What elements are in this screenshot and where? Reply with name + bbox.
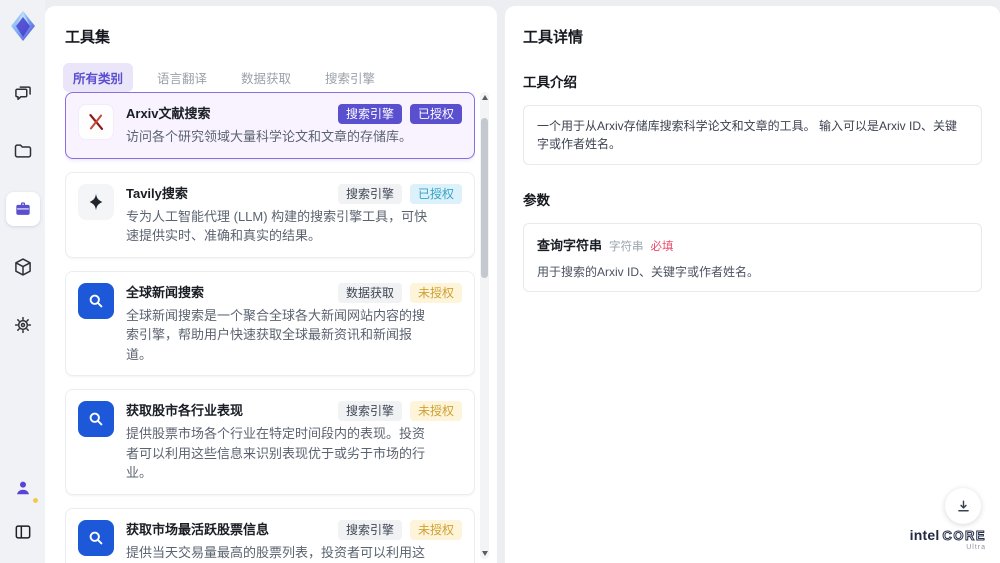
user-status-dot — [32, 498, 38, 503]
blue-magnifier-icon — [78, 401, 114, 437]
sparkle-star-icon — [78, 183, 114, 220]
blue-magnifier-icon — [78, 282, 114, 319]
arxiv-logo-icon — [78, 104, 114, 140]
package-icon[interactable] — [6, 250, 40, 284]
tool-card-global-news[interactable]: 全球新闻搜索 全球新闻搜索是一个聚合全球各大新闻网站内容的搜索引擎，帮助用户快速… — [65, 270, 475, 376]
tool-list: Arxiv文献搜索 访问各个研究领域大量科学论文和文章的存储库。 搜索引擎 已授… — [65, 92, 475, 563]
tab-all-categories[interactable]: 所有类别 — [63, 63, 134, 92]
tool-description: 提供股票市场各个行业在特定时间段内的表现。投资者可以利用这些信息来识别表现优于或… — [126, 426, 426, 480]
settings-gear-icon[interactable] — [6, 308, 40, 342]
intel-wordmark: intel — [909, 527, 940, 543]
tool-description: 提供当天交易量最高的股票列表，投资者可以利用这些信息来识别流动性强的股票和潜在的… — [126, 544, 426, 560]
category-badge: 数据获取 — [337, 282, 402, 303]
page-title: 工具集 — [65, 29, 111, 46]
category-badge: 搜索引擎 — [337, 401, 402, 421]
sidebar-toggle-icon[interactable] — [6, 515, 40, 549]
folder-icon[interactable] — [6, 134, 40, 168]
tool-detail-panel: 工具详情 工具介绍 一个用于从Arxiv存储库搜索科学论文和文章的工具。 输入可… — [505, 6, 1000, 563]
tool-card-arxiv[interactable]: Arxiv文献搜索 访问各个研究领域大量科学论文和文章的存储库。 搜索引擎 已授… — [65, 92, 475, 159]
download-icon — [957, 499, 969, 511]
user-avatar-icon[interactable] — [6, 471, 40, 505]
intel-core-logo: intel CORE Ultra — [910, 528, 986, 551]
chat-icon[interactable] — [6, 76, 40, 110]
param-required-label: 必填 — [650, 241, 674, 253]
category-badge: 搜索引擎 — [337, 519, 402, 540]
download-button[interactable] — [945, 488, 981, 524]
tool-card-tavily[interactable]: Tavily搜索 专为人工智能代理 (LLM) 构建的搜索引擎工具，可快速提供实… — [65, 171, 475, 258]
param-box: 查询字符串 字符串 必填 用于搜索的Arxiv ID、关键字或作者姓名。 — [523, 223, 982, 292]
auth-status-badge: 已授权 — [409, 104, 462, 124]
toolbox-icon[interactable] — [5, 192, 40, 226]
tool-card-sector-performance[interactable]: 获取股市各行业表现 提供股票市场各个行业在特定时间段内的表现。投资者可以利用这些… — [65, 389, 475, 495]
blue-magnifier-icon — [78, 519, 114, 556]
auth-status-badge: 未授权 — [409, 282, 462, 303]
category-tabs: 所有类别 语言翻译 数据获取 搜索引擎 — [63, 63, 497, 92]
detail-title: 工具详情 — [523, 29, 584, 46]
category-badge: 搜索引擎 — [337, 183, 402, 204]
tool-list-panel: 工具集 所有类别 语言翻译 数据获取 搜索引擎 Arxiv文献搜索 访问各个研究… — [45, 6, 497, 563]
tool-card-most-active-stocks[interactable]: 获取市场最活跃股票信息 提供当天交易量最高的股票列表，投资者可以利用这些信息来识… — [65, 507, 475, 563]
tool-description: 访问各个研究领域大量科学论文和文章的存储库。 — [126, 129, 413, 144]
tool-description: 全球新闻搜索是一个聚合全球各大新闻网站内容的搜索引擎，帮助用户快速获取全球最新资… — [126, 307, 426, 362]
param-type: 字符串 — [609, 241, 644, 253]
tool-description: 专为人工智能代理 (LLM) 构建的搜索引擎工具，可快速提供实时、准确和真实的结… — [126, 208, 428, 244]
core-wordmark: CORE — [942, 528, 986, 543]
auth-status-badge: 未授权 — [409, 519, 462, 540]
scroll-up-arrow-icon[interactable] — [481, 95, 488, 100]
tab-language-translation[interactable]: 语言翻译 — [147, 63, 217, 92]
scrollbar-thumb[interactable] — [481, 118, 488, 278]
ultra-wordmark: Ultra — [966, 544, 986, 551]
param-description: 用于搜索的Arxiv ID、关键字或作者姓名。 — [537, 265, 760, 279]
tab-data-fetch[interactable]: 数据获取 — [231, 63, 301, 92]
app-rail — [0, 0, 45, 563]
auth-status-badge: 未授权 — [409, 401, 462, 421]
app-logo — [7, 10, 39, 42]
scrollbar[interactable] — [480, 92, 489, 559]
intro-box: 一个用于从Arxiv存储库搜索科学论文和文章的工具。 输入可以是Arxiv ID… — [523, 105, 982, 165]
auth-status-badge: 已授权 — [409, 183, 462, 204]
param-name: 查询字符串 — [537, 238, 603, 253]
intro-heading: 工具介绍 — [523, 75, 577, 90]
category-badge: 搜索引擎 — [337, 104, 402, 124]
intro-text: 一个用于从Arxiv存储库搜索科学论文和文章的工具。 输入可以是Arxiv ID… — [537, 119, 958, 151]
scroll-down-arrow-icon[interactable] — [481, 551, 488, 556]
params-heading: 参数 — [523, 193, 550, 208]
tab-search-engine[interactable]: 搜索引擎 — [315, 63, 385, 92]
